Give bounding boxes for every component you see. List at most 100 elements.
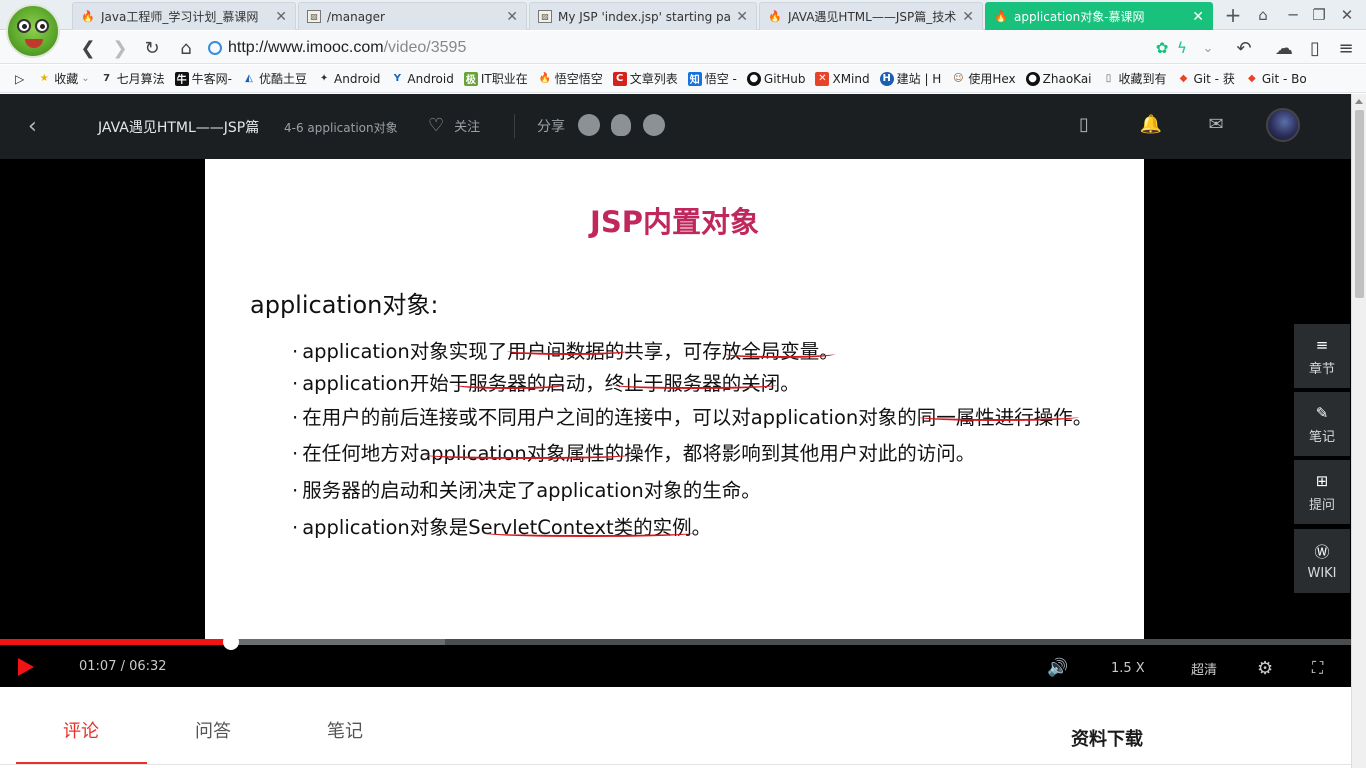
bookmark-item[interactable]: ✕ XMind: [810, 68, 874, 90]
bookmark-item[interactable]: ● ZhaoKai: [1021, 68, 1097, 90]
downloads-title: 资料下载: [1071, 729, 1143, 750]
bookmark-item[interactable]: ● GitHub: [742, 68, 811, 90]
play-icon[interactable]: [18, 658, 34, 676]
bookmark-label: 牛客网-: [191, 72, 232, 86]
github-icon: ●: [1025, 71, 1040, 86]
bookmark-item[interactable]: H 建站 | H: [875, 68, 947, 90]
tab-comments[interactable]: 评论: [63, 717, 99, 743]
fire-icon: 🔥: [81, 10, 95, 23]
bookmark-item[interactable]: ◆ Git - Bo: [1240, 68, 1312, 90]
niuke-icon: 牛: [174, 71, 189, 86]
slide-heading: application对象:: [250, 291, 439, 319]
volume-icon[interactable]: 🔊: [1047, 657, 1068, 679]
settings-gear-icon[interactable]: ⚙: [1257, 657, 1273, 679]
h-icon: H: [879, 71, 894, 86]
slide-title: JSP内置对象: [590, 205, 759, 239]
divider: [0, 764, 1351, 765]
course-title[interactable]: JAVA遇见HTML——JSP篇: [98, 117, 259, 137]
home-icon[interactable]: ⌂: [174, 36, 198, 60]
bookmark-item[interactable]: ★ 收藏 ⌄: [32, 68, 94, 90]
mail-icon[interactable]: ✉: [1204, 112, 1228, 136]
browser-logo[interactable]: [6, 4, 60, 58]
lightning-icon[interactable]: ϟ: [1170, 36, 1194, 60]
bookmarks-bar: ▷ ★ 收藏 ⌄ 7 七月算法 牛牛客网- ◭ 优酷土豆 ✦ Android Y Andro…: [0, 65, 1366, 93]
fullscreen-icon[interactable]: ⛶: [1312, 657, 1323, 679]
close-tab-icon[interactable]: ✕: [736, 9, 748, 25]
bookmark-item[interactable]: 7 七月算法: [95, 68, 170, 90]
divider: [514, 114, 515, 138]
minimize-icon[interactable]: ─: [1282, 4, 1304, 26]
browser-tab[interactable]: ▨ /manager ✕: [298, 2, 527, 30]
tab-title: application对象-慕课网: [1014, 10, 1145, 24]
close-tab-icon[interactable]: ✕: [962, 9, 974, 25]
bookmark-item[interactable]: 🔥 悟空悟空: [533, 68, 608, 90]
bookmark-item[interactable]: ▯ 收藏到有: [1097, 68, 1172, 90]
close-tab-icon[interactable]: ✕: [506, 9, 518, 25]
video-player[interactable]: JSP内置对象 application对象: · application对象实现了…: [0, 159, 1351, 687]
avatar[interactable]: [1266, 108, 1300, 142]
back-chevron-icon[interactable]: ‹: [28, 114, 37, 139]
quality-button[interactable]: 超清: [1191, 657, 1217, 679]
wiki-button[interactable]: Ⓦ WIKI: [1294, 529, 1350, 593]
bookmark-label: ZhaoKai: [1042, 71, 1092, 86]
restore-icon[interactable]: ❐: [1308, 4, 1330, 26]
sidebar-toggle-icon[interactable]: ▷: [10, 68, 32, 90]
tab-qa[interactable]: 问答: [195, 717, 231, 743]
menu-icon[interactable]: ≡: [1334, 36, 1358, 60]
tab-notes[interactable]: 笔记: [327, 717, 363, 743]
reload-icon[interactable]: ↻: [140, 36, 164, 60]
close-tab-icon[interactable]: ✕: [275, 9, 287, 25]
address-bar[interactable]: http://www.imooc.com/video/3595: [208, 35, 1218, 61]
hexo-icon: ☺: [953, 73, 964, 84]
notes-button[interactable]: ✎ 笔记: [1294, 392, 1350, 456]
speed-button[interactable]: 1.5 X: [1111, 657, 1145, 679]
bookmark-item[interactable]: ☺ 使用Hex: [946, 68, 1020, 90]
chevron-down-icon[interactable]: ⌄: [1196, 36, 1220, 60]
bookmark-label: 七月算法: [116, 72, 165, 86]
weibo-icon[interactable]: [643, 114, 665, 136]
list-icon: ≡: [1315, 335, 1329, 354]
browser-tab[interactable]: 🔥 Java工程师_学习计划_慕课网 ✕: [72, 2, 296, 30]
bookmark-item[interactable]: ◭ 优酷土豆: [237, 68, 312, 90]
close-window-icon[interactable]: ✕: [1336, 4, 1358, 26]
git-icon: ◆: [1179, 73, 1188, 84]
qq-icon[interactable]: [611, 114, 631, 136]
forward-icon[interactable]: ❯: [108, 36, 132, 60]
browser-tab[interactable]: ▨ My JSP 'index.jsp' starting pag ✕: [529, 2, 757, 30]
ask-label: 提问: [1308, 497, 1335, 513]
scroll-thumb[interactable]: [1355, 110, 1364, 298]
mobile-icon[interactable]: ▯: [1072, 112, 1096, 136]
scroll-up-icon[interactable]: [1355, 99, 1363, 104]
bookmark-label: GitHub: [763, 71, 806, 86]
progress-handle[interactable]: [223, 634, 239, 650]
chapter-button[interactable]: ≡ 章节: [1294, 324, 1350, 388]
logo-eye: [17, 19, 31, 33]
notes-label: 笔记: [1308, 429, 1335, 445]
bell-icon[interactable]: 🔔: [1139, 112, 1163, 136]
bookmark-item[interactable]: 极 IT职业在: [459, 68, 533, 90]
github-icon: ●: [746, 71, 761, 86]
bookmark-label: 使用Hex: [968, 72, 1016, 86]
bookmark-item[interactable]: Y Android: [385, 68, 458, 90]
page-scrollbar[interactable]: [1351, 94, 1366, 768]
new-tab-button[interactable]: +: [1222, 3, 1244, 27]
bookmark-item[interactable]: 知悟空 -: [683, 68, 742, 90]
bookmark-item[interactable]: ◆ Git - 获: [1172, 68, 1240, 90]
annotation-underline: [425, 451, 631, 459]
ask-button[interactable]: ⊞ 提问: [1294, 460, 1350, 524]
bookmark-item[interactable]: 牛牛客网-: [170, 68, 237, 90]
cloud-icon[interactable]: ☁: [1272, 36, 1296, 60]
skin-icon[interactable]: ⌂: [1252, 4, 1274, 26]
close-tab-icon[interactable]: ✕: [1192, 9, 1204, 25]
wechat-icon[interactable]: [578, 114, 600, 136]
follow-button[interactable]: ♡ 关注: [428, 115, 480, 136]
undo-icon[interactable]: ↶: [1232, 36, 1256, 60]
phone-icon[interactable]: ▯: [1303, 36, 1327, 60]
bookmark-item[interactable]: C 文章列表: [608, 68, 683, 90]
bookmark-label: IT职业在: [480, 72, 528, 86]
browser-tab-active[interactable]: 🔥 application对象-慕课网 ✕: [985, 2, 1213, 30]
back-icon[interactable]: ❮: [76, 36, 100, 60]
annotation-underline: [613, 381, 777, 389]
browser-tab[interactable]: 🔥 JAVA遇见HTML——JSP篇_技术 ✕: [759, 2, 983, 30]
bookmark-item[interactable]: ✦ Android: [312, 68, 385, 90]
